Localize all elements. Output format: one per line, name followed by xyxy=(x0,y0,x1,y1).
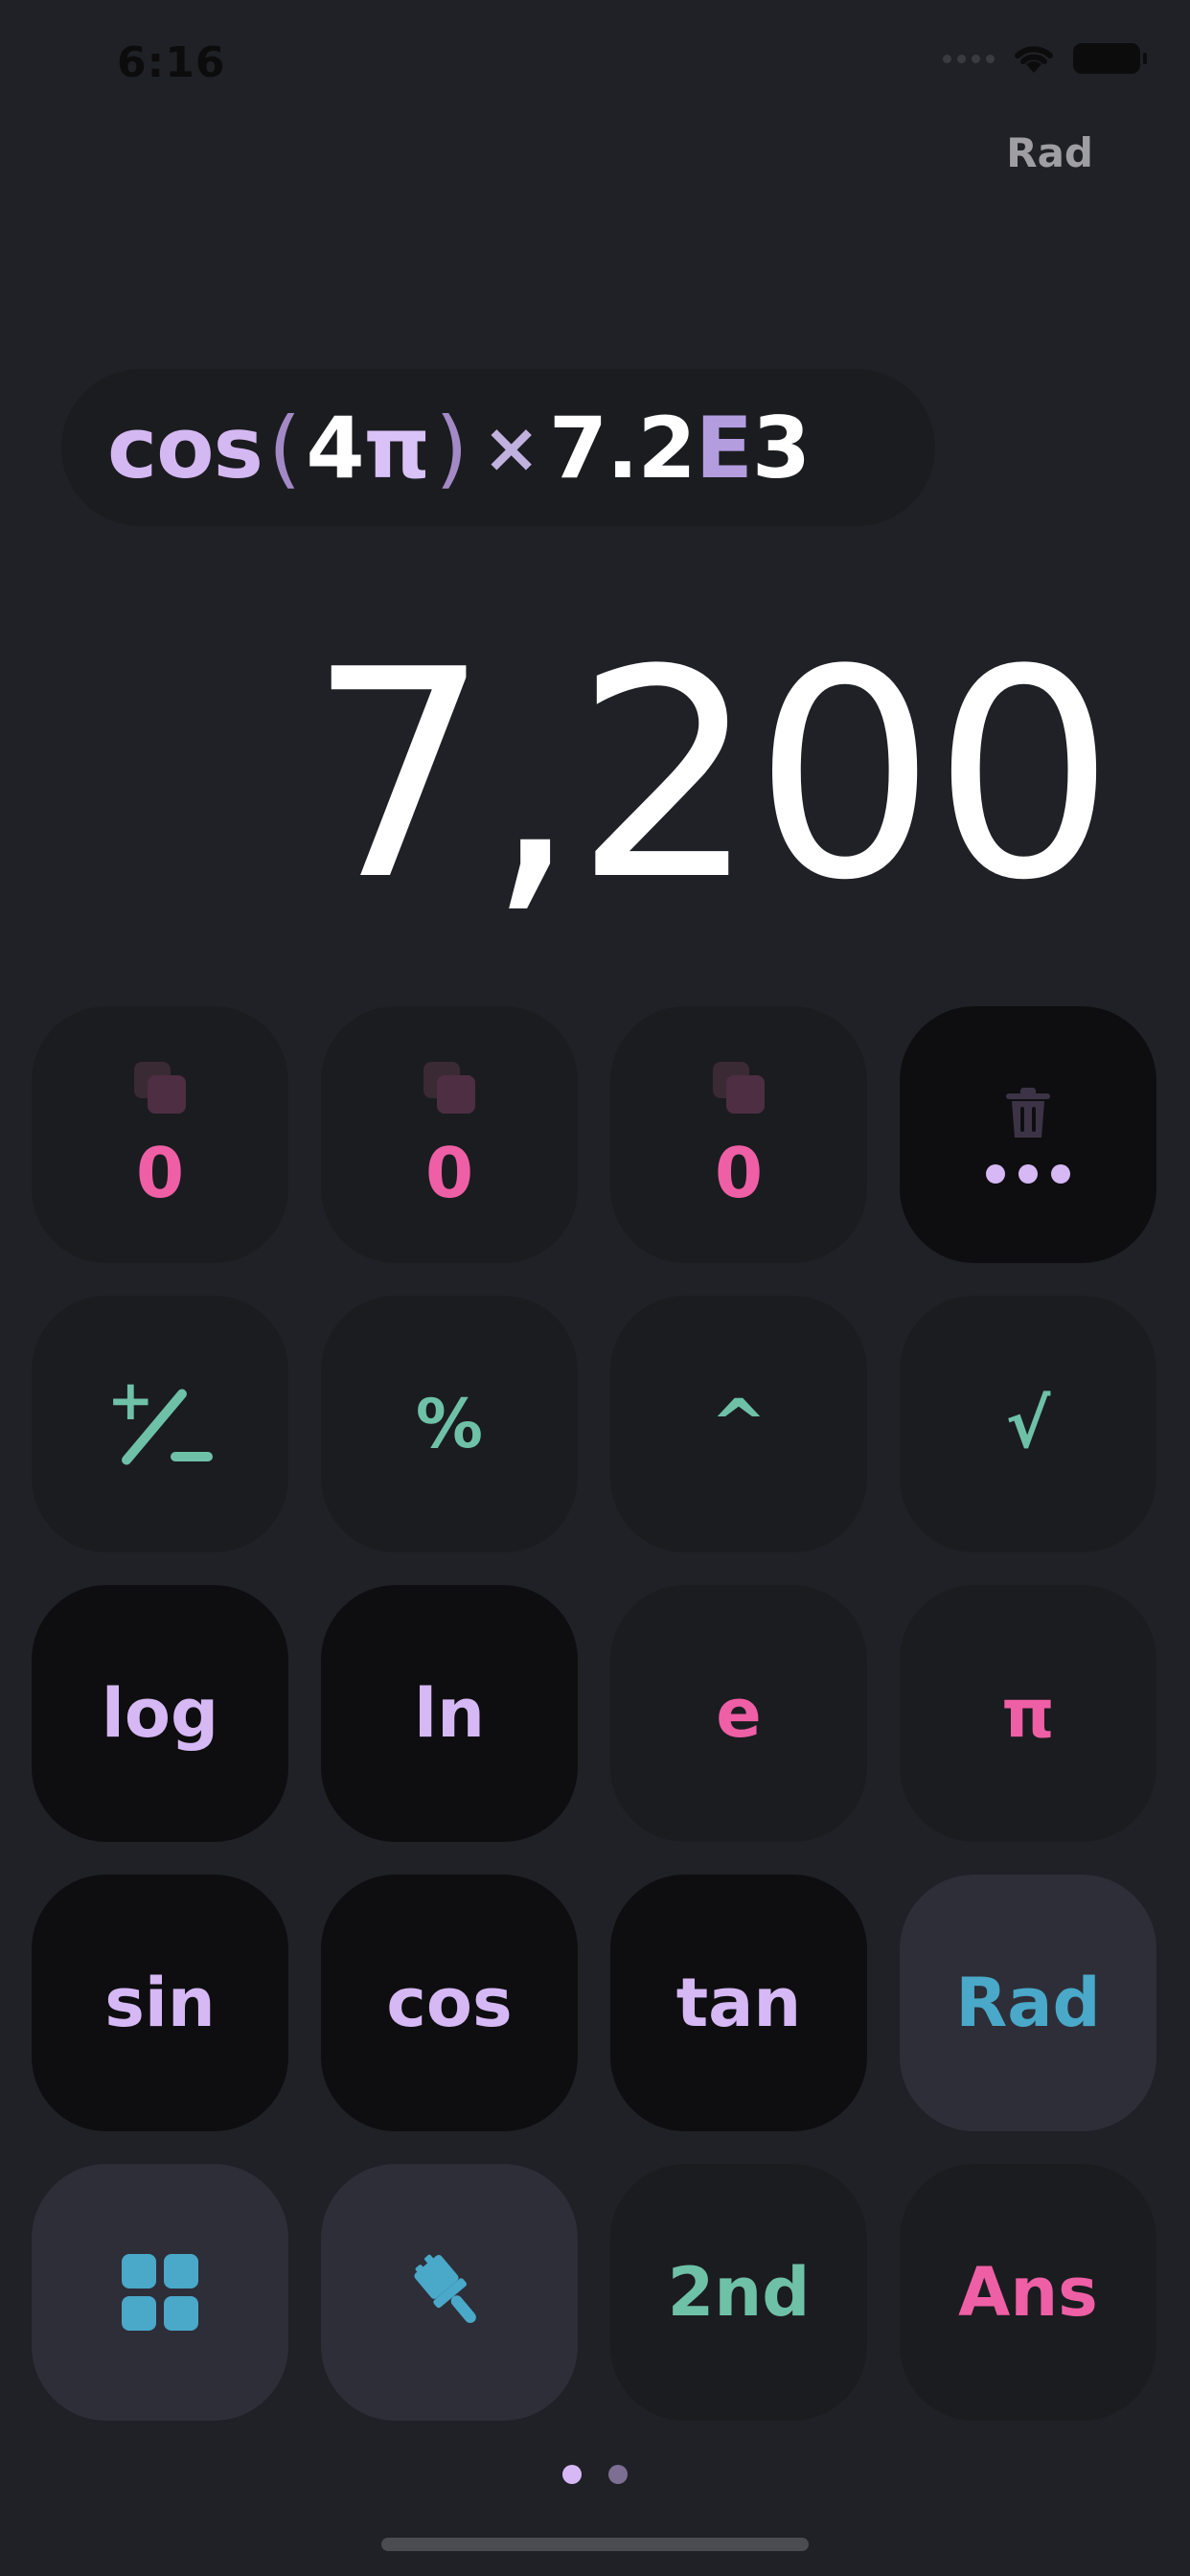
expr-coefficient: 4 xyxy=(306,398,364,497)
home-indicator[interactable] xyxy=(381,2538,809,2551)
plus-minus-icon: + xyxy=(107,1368,213,1477)
memory-slot-1-value: 0 xyxy=(135,1133,185,1213)
battery-icon xyxy=(1073,43,1147,74)
trash-icon xyxy=(1006,1088,1050,1138)
cellular-signal-icon xyxy=(943,54,995,63)
layout-button[interactable] xyxy=(32,2164,288,2421)
status-time: 6:16 xyxy=(117,38,226,87)
paintbrush-icon xyxy=(414,2254,476,2324)
copy-icon xyxy=(423,1062,475,1114)
percent-button[interactable]: % xyxy=(321,1296,578,1552)
tan-button[interactable]: tan xyxy=(610,1874,867,2131)
cos-button[interactable]: cos xyxy=(321,1874,578,2131)
grid-icon xyxy=(122,2254,198,2331)
wifi-icon xyxy=(1015,46,1053,73)
memory-slot-3-value: 0 xyxy=(714,1133,764,1213)
euler-constant-button[interactable]: e xyxy=(610,1585,867,1842)
sqrt-button[interactable]: √ xyxy=(900,1296,1156,1552)
theme-button[interactable] xyxy=(321,2164,578,2421)
memory-slot-3-button[interactable]: 0 xyxy=(610,1006,867,1263)
angle-mode-toggle[interactable]: Rad xyxy=(1006,129,1093,176)
memory-slot-2-value: 0 xyxy=(424,1133,474,1213)
expression-display[interactable]: cos ( 4 π ) × 7.2 E 3 xyxy=(61,369,935,526)
keypad: 0 0 0 + % ^ √ log ln e π sin cos tan Rad xyxy=(32,1006,1158,2421)
memory-slot-2-button[interactable]: 0 xyxy=(321,1006,578,1263)
rad-button[interactable]: Rad xyxy=(900,1874,1156,2131)
result-display: 7,200 xyxy=(308,609,1115,943)
page-dot-2[interactable] xyxy=(608,2465,628,2484)
second-function-button[interactable]: 2nd xyxy=(610,2164,867,2421)
status-bar: 6:16 xyxy=(0,0,1190,134)
pi-button[interactable]: π xyxy=(900,1585,1156,1842)
page-dot-1[interactable] xyxy=(562,2465,582,2484)
more-icon xyxy=(986,1164,1070,1184)
expr-close-paren: ) xyxy=(435,398,468,497)
ln-button[interactable]: ln xyxy=(321,1585,578,1842)
expr-mantissa: 7.2 xyxy=(548,398,697,497)
copy-icon xyxy=(134,1062,186,1114)
expr-exp-marker: E xyxy=(695,398,753,497)
log-button[interactable]: log xyxy=(32,1585,288,1842)
expr-operator: × xyxy=(482,407,540,488)
expr-open-paren: ( xyxy=(268,398,301,497)
more-options-button[interactable] xyxy=(900,1006,1156,1263)
plus-minus-button[interactable]: + xyxy=(32,1296,288,1552)
sin-button[interactable]: sin xyxy=(32,1874,288,2131)
copy-icon xyxy=(713,1062,765,1114)
power-button[interactable]: ^ xyxy=(610,1296,867,1552)
page-indicator[interactable] xyxy=(0,2465,1190,2484)
expr-exponent: 3 xyxy=(751,398,811,497)
memory-slot-1-button[interactable]: 0 xyxy=(32,1006,288,1263)
status-icons xyxy=(943,42,1147,75)
expr-pi: π xyxy=(363,398,431,497)
answer-button[interactable]: Ans xyxy=(900,2164,1156,2421)
expr-function: cos xyxy=(107,398,263,497)
